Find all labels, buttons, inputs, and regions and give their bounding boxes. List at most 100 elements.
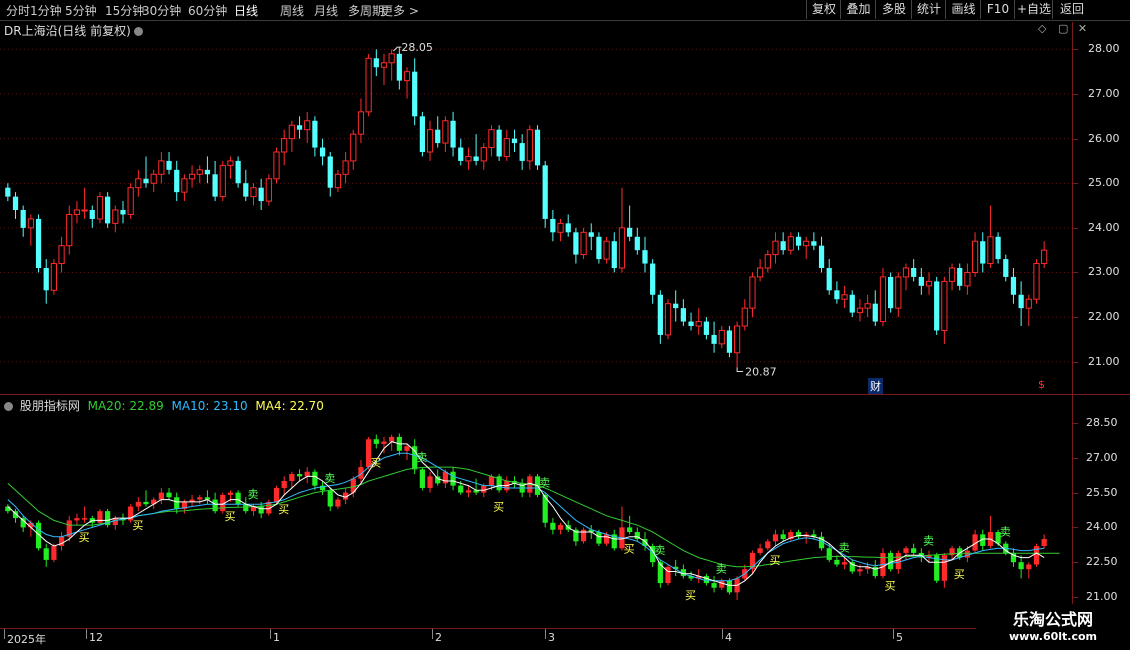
toolbar-button-3[interactable]: 统计 (911, 0, 946, 19)
toolbar-button-1[interactable]: 叠加 (840, 0, 876, 19)
indicator-bar (43, 543, 49, 567)
candle (458, 138, 464, 166)
buy-signal: 买 (278, 503, 289, 516)
tab-timeframe-0[interactable]: 分时 (6, 2, 30, 19)
tab-timeframe-2[interactable]: 5分钟 (65, 2, 97, 19)
candle (1025, 294, 1032, 326)
date-label: 1 (273, 631, 280, 644)
top-toolbar: 分时 1分钟 5分钟 15分钟 30分钟 60分钟 日线 周线 月线 多周期 更多 > 复权 叠加 多股… (0, 0, 1130, 21)
tab-timeframe-1[interactable]: 1分钟 (30, 2, 62, 19)
price-tick: 25.00 (1088, 176, 1120, 190)
price-tick-mark (1073, 317, 1078, 319)
axis-divider (1072, 22, 1073, 627)
candle (780, 232, 786, 255)
candle (580, 227, 587, 260)
toolbar-button-6[interactable]: +自选 (1014, 0, 1053, 19)
toolbar-button-7[interactable]: 返回 (1052, 0, 1091, 19)
candle (519, 134, 525, 170)
candle (764, 250, 771, 273)
tab-timeframe-10[interactable]: 更多 > (381, 2, 419, 19)
date-label: 3 (548, 631, 555, 644)
candle (327, 152, 333, 197)
candle (243, 169, 249, 202)
candle (150, 169, 157, 193)
candle (373, 49, 379, 77)
candle (864, 294, 871, 318)
indicator-tick-mark (1073, 527, 1078, 529)
indicator-bar (197, 494, 203, 505)
tab-timeframe-5[interactable]: 60分钟 (188, 2, 227, 19)
indicator-bar (780, 529, 786, 542)
finance-badge[interactable]: 财 (868, 378, 883, 394)
low-label: 20.87 (745, 365, 777, 378)
event-badge[interactable]: $ (1038, 378, 1045, 391)
candle (43, 259, 49, 304)
toolbar-button-5[interactable]: F10 (980, 0, 1015, 19)
indicator-tick: 24.00 (1086, 520, 1118, 534)
candle (212, 160, 218, 202)
tab-timeframe-4[interactable]: 30分钟 (142, 2, 181, 19)
ma20-line (7, 466, 1060, 568)
indicator-bar (166, 487, 172, 500)
candle (650, 259, 656, 304)
candle (550, 210, 556, 242)
price-tick: 27.00 (1088, 87, 1120, 100)
indicator-chart[interactable]: 买买买卖买卖买 卖买卖买 卖买卖买卖买卖买卖 (0, 395, 1072, 627)
price-chart[interactable]: 28.05 20.87 (0, 22, 1072, 394)
indicator-bar (934, 552, 940, 584)
candle (749, 272, 756, 318)
candle (112, 205, 119, 233)
candle (219, 160, 226, 202)
candle (1010, 268, 1017, 304)
candle (511, 129, 518, 152)
toolbar-button-0[interactable]: 复权 (806, 0, 841, 19)
toolbar-button-2[interactable]: 多股 (875, 0, 912, 19)
indicator-bar (772, 529, 779, 546)
candle (557, 218, 564, 242)
candle (803, 236, 810, 260)
candle (895, 272, 902, 318)
price-tick: 21.00 (1088, 354, 1120, 368)
tab-timeframe-7[interactable]: 周线 (280, 2, 304, 19)
candle (657, 290, 663, 344)
indicator-bar (427, 471, 433, 493)
indicator-bar (135, 497, 141, 512)
tab-timeframe-8[interactable]: 月线 (314, 2, 338, 19)
tab-timeframe-9[interactable]: 多周期 (348, 2, 384, 19)
candle (757, 259, 764, 282)
indicator-bar (557, 522, 564, 535)
price-tick-mark (1073, 138, 1078, 140)
indicator-tick-mark (1073, 597, 1078, 598)
close-icon[interactable]: ✕ (1078, 22, 1087, 35)
price-tick-mark (1073, 94, 1078, 95)
watermark-title: 乐淘公式网 (1012, 610, 1093, 629)
tab-timeframe-3[interactable]: 15分钟 (105, 2, 144, 19)
indicator-bar (435, 469, 441, 486)
price-tick: 24.00 (1088, 220, 1120, 234)
candle (718, 326, 725, 349)
indicator-bar (373, 434, 379, 449)
toolbar-button-4[interactable]: 画线 (945, 0, 981, 19)
indicator-tick: 28.50 (1086, 416, 1118, 429)
candle (319, 138, 326, 166)
candle (618, 187, 626, 273)
candle (964, 263, 971, 295)
candle (948, 263, 956, 291)
candle (473, 134, 479, 166)
candle (350, 129, 357, 170)
candle (281, 129, 288, 166)
indicator-bar (665, 564, 671, 586)
candle (50, 259, 58, 295)
date-label: 2025年 (7, 633, 46, 646)
candle (73, 201, 81, 224)
buy-signal: 买 (493, 501, 504, 514)
date-tick-mark (893, 629, 894, 639)
indicator-bar (58, 532, 65, 551)
candle (465, 147, 472, 170)
indicator-bar (473, 478, 479, 495)
candle (196, 165, 203, 184)
indicator-tick-mark (1073, 457, 1078, 459)
tab-timeframe-6[interactable]: 日线 (234, 2, 258, 19)
candle (235, 156, 241, 188)
price-tick: 28.00 (1088, 42, 1120, 56)
